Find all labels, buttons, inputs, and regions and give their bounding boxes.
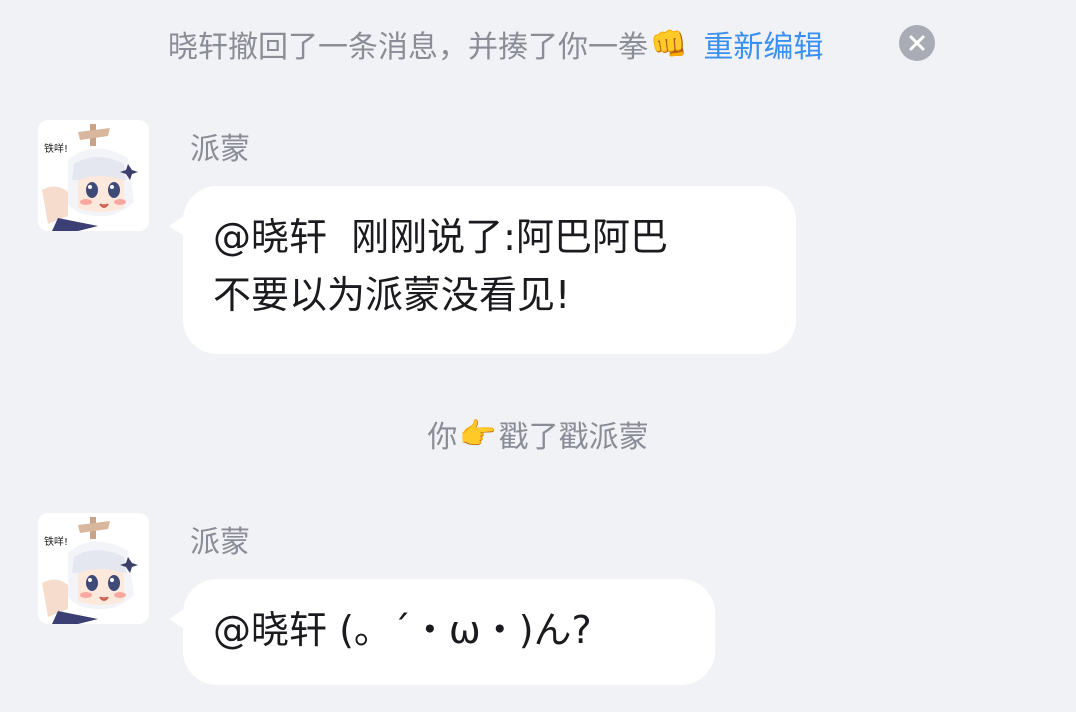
poke-notice: 你 👉 戳了戳派蒙 (0, 412, 1076, 456)
recall-notice-text: 晓轩撤回了一条消息，并揍了你一拳 (168, 30, 648, 65)
recall-notice: 晓轩撤回了一条消息，并揍了你一拳 👊 重新编辑 (168, 22, 823, 66)
message-text-line: @晓轩 (。´・ω・)ん? (213, 608, 592, 652)
pointing-hand-icon: 👉 (459, 416, 497, 452)
poke-subject: 你 (427, 420, 458, 455)
message-bubble[interactable]: @晓轩 刚刚说了:阿巴阿巴 不要以为派蒙没看见! (169, 186, 796, 354)
message-bubble[interactable]: @晓轩 (。´・ω・)ん? (169, 579, 715, 685)
sender-name: 派蒙 (190, 525, 250, 560)
message-text-line: 不要以为派蒙没看见! (213, 273, 571, 317)
avatar-caption: 铁咩! (44, 142, 68, 155)
paimon-avatar-illustration: 铁咩! (38, 513, 149, 624)
fist-emoji-icon: 👊 (650, 26, 688, 62)
sender-name: 派蒙 (190, 132, 250, 167)
reedit-link[interactable]: 重新编辑 (703, 22, 823, 66)
paimon-avatar-illustration: 铁咩! (38, 120, 149, 231)
avatar[interactable]: 铁咩! (38, 120, 149, 231)
avatar-caption: 铁咩! (44, 535, 68, 548)
poke-action: 戳了戳派蒙 (498, 420, 649, 455)
close-icon[interactable] (899, 25, 935, 61)
avatar[interactable]: 铁咩! (38, 513, 149, 624)
message-text-line: @晓轩 刚刚说了:阿巴阿巴 (213, 215, 668, 259)
